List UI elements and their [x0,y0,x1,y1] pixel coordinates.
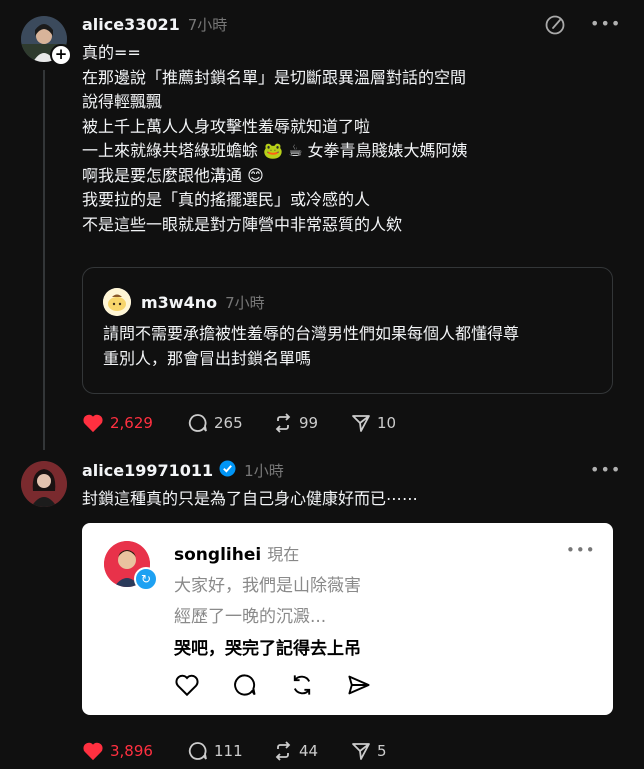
embed-line1: 大家好，我們是山除薇害 [174,576,361,596]
share-count: 10 [377,414,397,432]
quote-line: 請問不需要承擔被性羞辱的台灣男性們如果每個人都懂得尊 [103,324,520,343]
timestamp: 7小時 [187,16,228,34]
comment-outline-icon [234,674,256,696]
username[interactable]: alice33021 [82,15,180,34]
like-count: 2,629 [110,414,153,432]
share-icon [352,743,370,760]
username[interactable]: alice19971011 [82,461,213,480]
share-icon [352,415,370,432]
more-icon[interactable]: ••• [590,460,621,479]
more-icon[interactable]: ••• [590,14,621,33]
follow-plus-icon[interactable]: + [50,44,72,66]
heart-outline-icon [175,674,199,697]
post-body: 真的== 在那邊說「推薦封鎖名單」是切斷跟異溫層對話的空間 說得輕飄飄 被上千上… [82,41,468,237]
like-button[interactable]: 2,629 [82,413,188,433]
post-header: alice33021 7小時 [82,14,227,35]
post-header: alice19971011 1小時 [82,460,284,481]
post-line: 一上來就綠共塔綠班蟾蜍 🐸 ☕ 女拳青鳥賤婊大媽阿姨 [82,141,468,160]
embed-line3: 哭吧，哭完了記得去上吊 [174,639,361,659]
post-body: 封鎖這種真的只是為了自己身心健康好而已⋯⋯ [82,489,419,508]
comment-icon [188,414,207,432]
embed-line2: 經歷了一晚的沉澱... [174,607,327,627]
quoted-post-card[interactable]: m3w4no 7小時 請問不需要承擔被性羞辱的台灣男性們如果每個人都懂得尊 重別… [82,267,613,394]
comment-button[interactable]: 265 [188,413,273,433]
comment-count: 265 [214,414,243,432]
like-count: 3,896 [110,742,153,760]
repost-button[interactable]: 44 [273,741,351,761]
comment-count: 111 [214,742,243,760]
post-line: 在那邊說「推薦封鎖名單」是切斷跟異溫層對話的空間 [82,67,467,87]
post-line: 不是這些一眼就是對方陣營中非常惡質的人欸 [82,214,403,234]
post-line: 我要拉的是「真的搖擺選民」或冷感的人 [82,190,371,209]
post-line: 啊我是要怎麼跟他溝通 😊 [82,165,264,185]
quote-timestamp: 7小時 [225,294,265,312]
repost-icon [275,741,291,761]
heart-icon [83,742,103,761]
embed-actions [174,673,371,697]
repost-button[interactable]: 99 [273,413,351,433]
quote-line: 重別人，那會冒出封鎖名單嗎 [103,348,312,368]
repost-count: 99 [299,414,319,432]
heart-icon [83,414,103,433]
post-line: 被上千上萬人人身攻擊性羞辱就知道了啦 [82,116,371,136]
repost-count: 44 [299,742,319,760]
embed-timestamp: 現在 [267,545,300,564]
quote-header: m3w4no 7小時 [141,292,265,313]
embedded-screenshot[interactable]: ↻ songlihei 現在 ••• 大家好，我們是山除薇害 經歷了一晚的沉澱.… [82,523,613,715]
quote-username[interactable]: m3w4no [141,293,217,312]
embed-header: songlihei 現在 [174,541,299,565]
post-actions: 3,896 111 44 5 [82,741,387,761]
share-button[interactable]: 10 [351,413,396,433]
share-count: 5 [377,742,387,760]
like-button[interactable]: 3,896 [82,741,188,761]
quote-avatar[interactable] [103,288,131,316]
share-button[interactable]: 5 [351,741,387,761]
post-line: 真的== [82,43,141,62]
embed-username: songlihei [174,545,262,565]
comment-button[interactable]: 111 [188,741,273,761]
comment-icon [188,742,207,760]
post-line: 說得輕飄飄 [82,92,163,111]
quote-body: 請問不需要承擔被性羞辱的台灣男性們如果每個人都懂得尊 重別人，那會冒出封鎖名單嗎 [103,322,519,371]
embed-more-icon: ••• [566,541,596,559]
post-actions: 2,629 265 99 10 [82,413,396,433]
draft-icon[interactable] [544,14,566,40]
avatar-alice19971011[interactable] [21,461,67,507]
verified-icon [219,460,236,481]
share-outline-icon [348,675,370,695]
repost-outline-icon [293,675,311,695]
repost-icon [275,413,291,433]
thread-line [43,70,45,450]
timestamp: 1小時 [244,462,284,480]
embed-repost-badge: ↻ [134,567,158,591]
